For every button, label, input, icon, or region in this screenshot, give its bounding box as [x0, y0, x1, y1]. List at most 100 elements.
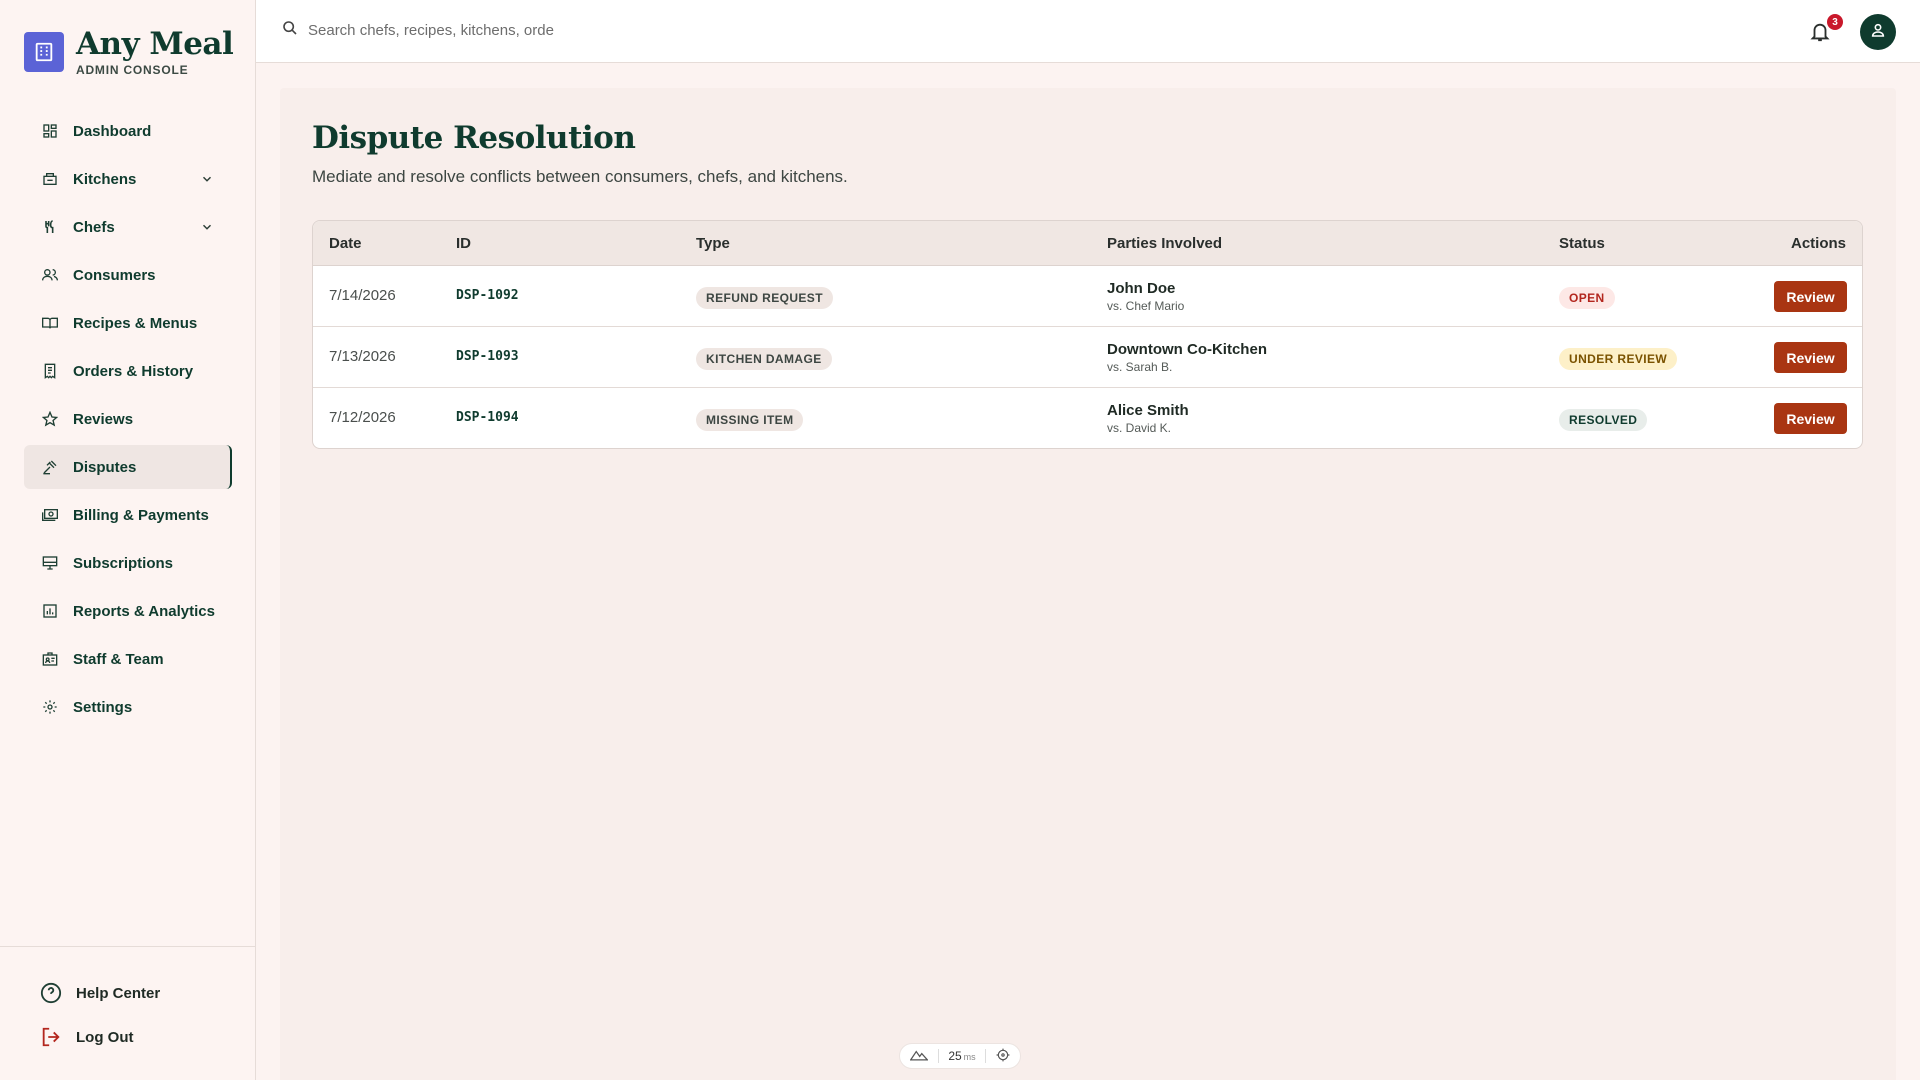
table-header: Date ID Type Parties Involved Status Act…: [313, 221, 1862, 266]
avatar[interactable]: [1860, 14, 1896, 50]
status-badge: UNDER REVIEW: [1559, 348, 1678, 370]
sidebar-item-billing-payments[interactable]: Billing & Payments: [24, 493, 232, 537]
book-icon: [41, 314, 59, 332]
column-header-status[interactable]: Status: [1559, 235, 1605, 252]
help-center-label: Help Center: [76, 984, 161, 1002]
brand-name: Any Meal: [76, 26, 234, 62]
main-content: Dispute Resolution Mediate and resolve c…: [280, 88, 1896, 1080]
search-icon: [282, 20, 298, 41]
sidebar-item-dashboard[interactable]: Dashboard: [24, 109, 232, 153]
sidebar-item-label: Kitchens: [73, 170, 137, 188]
render-time: 25 ms: [948, 1049, 975, 1063]
dispute-id: DSP-1094: [456, 410, 519, 425]
party-opponent: vs. Chef Mario: [1107, 299, 1185, 313]
page-title: Dispute Resolution: [312, 120, 636, 156]
table-row[interactable]: 7/12/2026 DSP-1094 MISSING ITEM Alice Sm…: [313, 388, 1862, 448]
sidebar-footer: Help Center Log Out: [0, 946, 256, 1080]
chevron-down-icon[interactable]: [200, 220, 214, 234]
star-icon: [41, 410, 59, 428]
help-center-link[interactable]: Help Center: [40, 982, 160, 1004]
page-subtitle: Mediate and resolve conflicts between co…: [312, 167, 848, 186]
column-header-parties[interactable]: Parties Involved: [1107, 235, 1222, 252]
party-name: John Doe: [1107, 280, 1176, 297]
party-name: Alice Smith: [1107, 402, 1189, 419]
payments-icon: [41, 506, 59, 524]
sidebar-item-label: Subscriptions: [73, 554, 174, 572]
sidebar-item-orders-history[interactable]: Orders & History: [24, 349, 232, 393]
column-header-id[interactable]: ID: [456, 235, 471, 252]
topbar: 3: [256, 0, 1920, 63]
parties-involved: John Doe vs. Chef Mario: [1107, 280, 1184, 314]
status-badge: OPEN: [1559, 287, 1615, 309]
log-out-label: Log Out: [76, 1028, 134, 1046]
subscriptions-icon: [41, 554, 59, 572]
target-icon[interactable]: [996, 1048, 1010, 1065]
badge-icon: [41, 650, 59, 668]
sidebar-item-label: Consumers: [73, 266, 156, 284]
dispute-id: DSP-1092: [456, 288, 519, 303]
parties-involved: Downtown Co-Kitchen vs. Sarah B.: [1107, 341, 1267, 375]
divider: [985, 1049, 987, 1063]
sidebar-item-label: Recipes & Menus: [73, 314, 198, 332]
sidebar-item-label: Reports & Analytics: [73, 602, 215, 620]
sidebar-item-settings[interactable]: Settings: [24, 685, 232, 729]
sidebar-item-subscriptions[interactable]: Subscriptions: [24, 541, 232, 585]
sidebar-item-staff-team[interactable]: Staff & Team: [24, 637, 232, 681]
dispute-type-badge: REFUND REQUEST: [696, 287, 833, 309]
sidebar-item-label: Billing & Payments: [73, 506, 209, 524]
sidebar-item-label: Settings: [73, 698, 133, 716]
sidebar-item-kitchens[interactable]: Kitchens: [24, 157, 232, 201]
dispute-date: 7/14/2026: [329, 287, 396, 304]
sidebar-item-label: Dashboard: [73, 122, 152, 140]
table-row[interactable]: 7/14/2026 DSP-1092 REFUND REQUEST John D…: [313, 266, 1862, 327]
building-icon: [24, 32, 64, 72]
review-button[interactable]: Review: [1774, 281, 1847, 312]
sidebar-item-chefs[interactable]: Chefs: [24, 205, 232, 249]
disputes-table: Date ID Type Parties Involved Status Act…: [312, 220, 1863, 449]
sidebar-item-consumers[interactable]: Consumers: [24, 253, 232, 297]
dispute-date: 7/12/2026: [329, 409, 396, 426]
party-opponent: vs. Sarah B.: [1107, 360, 1173, 374]
dispute-type-badge: KITCHEN DAMAGE: [696, 348, 832, 370]
dispute-id: DSP-1093: [456, 349, 519, 364]
notification-badge: 3: [1827, 14, 1843, 30]
analytics-icon: [41, 602, 59, 620]
sidebar-item-disputes[interactable]: Disputes: [24, 445, 232, 489]
search-bar: [282, 20, 668, 41]
search-input[interactable]: [308, 22, 668, 39]
user-icon: [1870, 22, 1886, 43]
chevron-down-icon[interactable]: [200, 172, 214, 186]
users-icon: [41, 266, 59, 284]
render-time-unit: ms: [963, 1052, 976, 1062]
utensils-icon: [41, 218, 59, 236]
sidebar-nav: Dashboard Kitchens Chefs Consumers Recip…: [24, 109, 232, 733]
log-out-link[interactable]: Log Out: [40, 1026, 133, 1048]
render-time-value: 25: [948, 1049, 962, 1063]
parties-involved: Alice Smith vs. David K.: [1107, 402, 1189, 436]
mountain-icon[interactable]: [909, 1049, 929, 1064]
column-header-actions: Actions: [1790, 235, 1846, 252]
review-button[interactable]: Review: [1774, 403, 1847, 434]
party-opponent: vs. David K.: [1107, 421, 1172, 435]
dev-toolbar: 25 ms: [899, 1043, 1021, 1069]
review-button[interactable]: Review: [1774, 342, 1847, 373]
logout-icon: [40, 1026, 62, 1048]
status-badge: RESOLVED: [1559, 409, 1648, 431]
sidebar-item-reports-analytics[interactable]: Reports & Analytics: [24, 589, 232, 633]
column-header-type[interactable]: Type: [696, 235, 730, 252]
help-icon: [40, 982, 62, 1004]
table-row[interactable]: 7/13/2026 DSP-1093 KITCHEN DAMAGE Downto…: [313, 327, 1862, 388]
brand[interactable]: Any Meal ADMIN CONSOLE: [24, 26, 234, 77]
gavel-icon: [41, 458, 59, 476]
sidebar-item-label: Disputes: [73, 458, 137, 476]
dispute-type-badge: MISSING ITEM: [696, 409, 804, 431]
dispute-date: 7/13/2026: [329, 348, 396, 365]
sidebar-item-reviews[interactable]: Reviews: [24, 397, 232, 441]
gear-icon: [41, 698, 59, 716]
receipt-icon: [41, 362, 59, 380]
sidebar-item-label: Reviews: [73, 410, 134, 428]
sidebar-item-recipes-menus[interactable]: Recipes & Menus: [24, 301, 232, 345]
brand-subtitle: ADMIN CONSOLE: [76, 63, 189, 77]
column-header-date[interactable]: Date: [329, 235, 362, 252]
kitchen-icon: [41, 170, 59, 188]
